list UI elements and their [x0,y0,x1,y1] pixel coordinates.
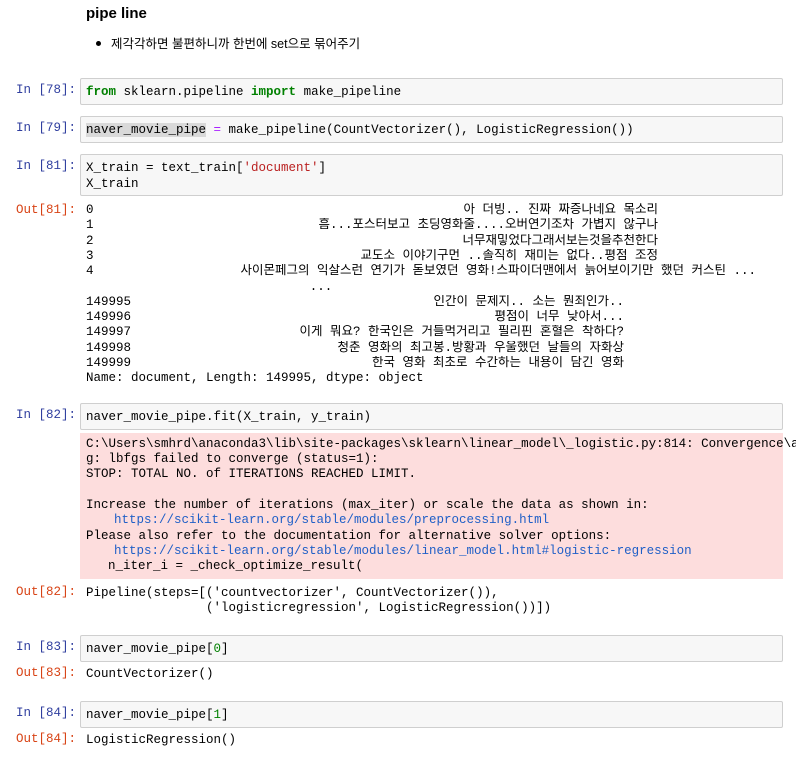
stderr-line: STOP: TOTAL NO. of ITERATIONS REACHED LI… [86,467,417,481]
series-index: 149997 [86,325,132,340]
code-token: X_train = text_train[ [86,161,244,175]
code-token: make_pipeline [296,85,402,99]
series-index: 0 [86,203,94,217]
selected-token: naver_movie_pipe [86,123,207,137]
code-line[interactable]: naver_movie_pipe.fit(X_train, y_train) [86,409,371,425]
code-token: make_pipeline(CountVectorizer(), Logisti… [228,123,634,137]
input-prompt: In [83]: [15,640,76,654]
output-prompt: Out[81]: [15,203,76,217]
markdown-heading: pipe line [86,5,147,22]
output-prompt: Out[83]: [15,666,76,680]
code-token: ] [221,642,229,656]
keyword: from [86,85,117,99]
code-line[interactable]: X_train = text_train['document'] [86,160,326,176]
markdown-bullet: 제각각하면 불편하니까 한번에 set으로 묶어주기 [96,33,360,52]
series-value: 청춘 영화의 최고봉.방황과 우울했던 날들의 자화상 [337,340,624,355]
stderr-line: g: lbfgs failed to converge (status=1): [86,452,379,466]
series-value: ... [309,279,333,294]
number-literal: 1 [213,708,222,722]
series-value: 흠...포스터보고 초딩영화줄....오버연기조차 가볍지 않구나 [318,218,658,233]
output-line: LogisticRegression() [86,733,237,747]
code-line[interactable]: X_train [86,176,139,192]
bullet-dot-icon [96,41,101,47]
output-line: ('logisticregression', LogisticRegressio… [86,601,552,615]
input-prompt: In [84]: [15,706,76,720]
input-prompt: In [82]: [15,408,76,422]
stderr-link[interactable]: https://scikit-learn.org/stable/modules/… [114,544,692,559]
code-token: sklearn.pipeline [116,85,252,99]
input-prompt: In [81]: [15,159,76,173]
bullet-text: 제각각하면 불편하니까 한번에 set으로 묶어주기 [111,37,361,51]
series-index: 149995 [86,294,132,309]
input-prompt: In [79]: [15,121,76,135]
stderr-line: Please also refer to the documentation f… [86,529,612,543]
keyword: import [251,85,297,99]
series-index: 149998 [86,340,132,355]
output-line: CountVectorizer() [86,667,214,681]
output-prompt: Out[84]: [15,732,76,746]
series-value: 아 더빙.. 진짜 짜증나네요 목소리 [463,203,658,217]
code-line[interactable]: from sklearn.pipeline import make_pipeli… [86,84,401,100]
series-value: 한국 영화 최초로 수간하는 내용이 담긴 영화 [371,356,624,370]
series-footer: Name: document, Length: 149995, dtype: o… [86,371,424,385]
input-prompt: In [78]: [15,83,76,97]
series-index: 149996 [86,310,132,325]
code-token: ] [221,708,229,722]
output-prompt: Out[82]: [15,585,76,599]
series-value: 사이몬페그의 익살스런 연기가 돋보였던 영화!스파이더맨에서 늙어보이기만 했… [240,264,756,279]
series-value: 너무재밓었다그래서보는것을추천한다 [462,233,658,248]
operator: = [206,123,229,137]
series-value: 교도소 이야기구먼 ..솔직히 재미는 없다..평점 조정 [360,248,658,263]
stderr-line: Increase the number of iterations (max_i… [86,498,649,512]
stderr-line: C:\Users\smhrd\anaconda3\lib\site-packag… [86,437,796,451]
series-index: 3 [86,248,94,263]
series-value: 이게 뭐요? 한국인은 거들먹거리고 필리핀 혼혈은 착하다? [299,325,624,340]
stderr-line: n_iter_i = _check_optimize_result( [93,559,364,573]
output-line: Pipeline(steps=[('countvectorizer', Coun… [86,586,499,600]
series-value: 인간이 문제지.. 소는 뭔죄인가.. [433,294,624,309]
number-literal: 0 [213,642,222,656]
series-index: 2 [86,233,94,248]
code-line[interactable]: naver_movie_pipe[0] [86,641,229,657]
series-index: 149999 [86,356,132,370]
series-index: 1 [86,218,94,233]
code-token: naver_movie_pipe[ [86,642,214,656]
code-token: ] [318,161,327,175]
string-literal: 'document' [243,161,319,175]
code-line[interactable]: naver_movie_pipe = make_pipeline(CountVe… [86,122,634,138]
code-token: naver_movie_pipe[ [86,708,214,722]
code-line[interactable]: naver_movie_pipe[1] [86,707,229,723]
series-index: 4 [86,264,94,279]
series-value: 평점이 너무 낮아서... [494,310,624,325]
stderr-link[interactable]: https://scikit-learn.org/stable/modules/… [114,513,549,528]
